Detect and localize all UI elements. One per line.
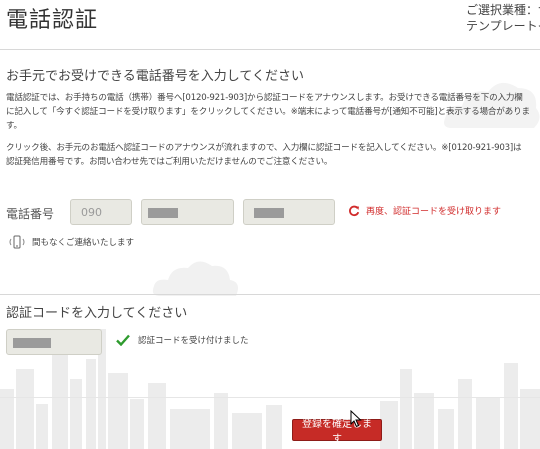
retry-code-link[interactable]: 再度、認証コードを受け取ります bbox=[348, 204, 501, 217]
page-title: 電話認証 bbox=[6, 8, 99, 33]
phone-number-label: 電話番号 bbox=[6, 207, 55, 221]
cloud-decoration bbox=[152, 261, 238, 296]
code-section-title: 認証コードを入力してください bbox=[6, 306, 188, 321]
page: 電話認証 ご選択業種：食 テンプレートイ お手元でお受けできる電話番号を入力して… bbox=[0, 0, 540, 449]
intro-paragraph: 電話認証では、お手持ちの電話（携帯）番号へ[0120-921-903]から認証コ… bbox=[6, 91, 536, 133]
phone-section-title: お手元でお受けできる電話番号を入力してください bbox=[6, 69, 304, 84]
phone-prefix-value: 090 bbox=[81, 206, 102, 219]
intro-line: に記入して「今すぐ認証コードを受け取ります」をクリックしてください。※端末によっ… bbox=[6, 107, 530, 131]
confirm-registration-button[interactable]: 登録を確定します bbox=[292, 419, 382, 445]
instructions-line: 認証発信用番号です。お問い合わせ先ではご利用いただけませんのでご注意ください。 bbox=[6, 157, 333, 167]
check-icon bbox=[116, 334, 130, 346]
mouse-cursor-icon bbox=[350, 410, 362, 428]
masked-value bbox=[13, 338, 51, 348]
masked-value bbox=[254, 208, 284, 218]
divider bbox=[0, 49, 540, 50]
masked-value bbox=[148, 208, 178, 218]
divider bbox=[0, 397, 540, 398]
phone-ringing-icon bbox=[9, 235, 25, 249]
code-accepted-text: 認証コードを受け付けました bbox=[138, 336, 249, 346]
intro-line: 電話認証では、お手持ちの電話（携帯）番号へ[0120-921-903]から認証コ… bbox=[6, 93, 523, 103]
phone-last-input[interactable] bbox=[243, 199, 335, 225]
code-accepted-status: 認証コードを受け付けました bbox=[116, 334, 249, 346]
contact-note-text: 間もなくご連絡いたします bbox=[32, 238, 135, 248]
phone-prefix-input[interactable]: 090 bbox=[70, 199, 132, 225]
divider bbox=[0, 294, 540, 295]
template-label: テンプレートイ bbox=[466, 19, 540, 33]
retry-code-label: 再度、認証コードを受け取ります bbox=[366, 207, 502, 217]
instructions-paragraph: クリック後、お手元のお電話へ認証コードのアナウンスが流れますので、入力欄に認証コ… bbox=[6, 141, 536, 169]
industry-label: ご選択業種： bbox=[466, 3, 539, 17]
verification-code-input[interactable] bbox=[6, 329, 102, 355]
refresh-icon bbox=[349, 205, 360, 216]
instructions-line: クリック後、お手元のお電話へ認証コードのアナウンスが流れますので、入力欄に認証コ… bbox=[6, 143, 522, 153]
contact-note: 間もなくご連絡いたします bbox=[8, 234, 134, 250]
industry-info: ご選択業種：食 テンプレートイ bbox=[466, 2, 540, 34]
phone-middle-input[interactable] bbox=[141, 199, 234, 225]
